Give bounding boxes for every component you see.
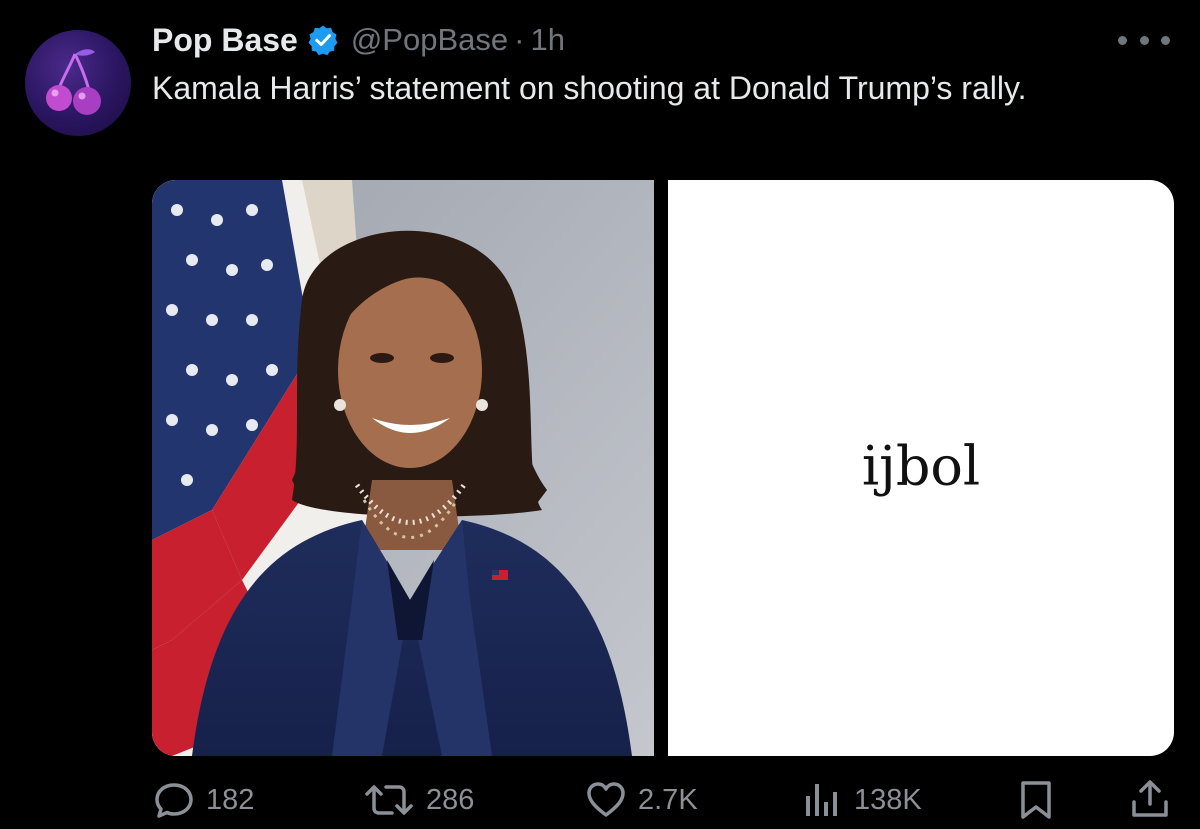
- text-card[interactable]: ijbol: [668, 180, 1174, 756]
- views-count: 138K: [854, 783, 922, 816]
- tweet-header: Pop Base @PopBase · 1h: [152, 20, 565, 60]
- tweet-media[interactable]: ijbol: [152, 180, 1174, 756]
- more-dots-icon[interactable]: [1118, 30, 1170, 50]
- like-count: 2.7K: [638, 783, 698, 816]
- separator-dot: ·: [514, 22, 525, 57]
- reply-button[interactable]: 182: [152, 778, 254, 822]
- cherries-logo-icon: [46, 49, 101, 115]
- card-text: ijbol: [861, 434, 981, 498]
- action-bar: 182 286 2.7K 138K: [152, 778, 1174, 822]
- views-button[interactable]: 138K: [800, 778, 922, 822]
- portrait-photo[interactable]: [152, 180, 654, 756]
- share-button[interactable]: [1128, 778, 1172, 822]
- repost-icon: [365, 785, 413, 815]
- verified-badge-icon: [307, 24, 339, 56]
- reply-count: 182: [206, 783, 255, 816]
- bookmark-icon: [1021, 781, 1051, 819]
- reply-icon: [155, 783, 193, 818]
- repost-button[interactable]: 286: [362, 778, 474, 822]
- tweet-text: Kamala Harris’ statement on shooting at …: [152, 70, 1027, 106]
- user-handle[interactable]: @PopBase: [351, 22, 508, 58]
- views-chart-icon: [806, 784, 837, 816]
- media-divider: [654, 180, 668, 756]
- bookmark-button[interactable]: [1014, 778, 1058, 822]
- like-button[interactable]: 2.7K: [584, 778, 698, 822]
- timestamp[interactable]: 1h: [530, 22, 564, 58]
- heart-icon: [587, 782, 625, 817]
- display-name[interactable]: Pop Base: [152, 22, 298, 59]
- share-icon: [1132, 780, 1168, 817]
- portrait-illustration: [152, 180, 654, 756]
- repost-count: 286: [426, 783, 475, 816]
- avatar[interactable]: [25, 30, 131, 136]
